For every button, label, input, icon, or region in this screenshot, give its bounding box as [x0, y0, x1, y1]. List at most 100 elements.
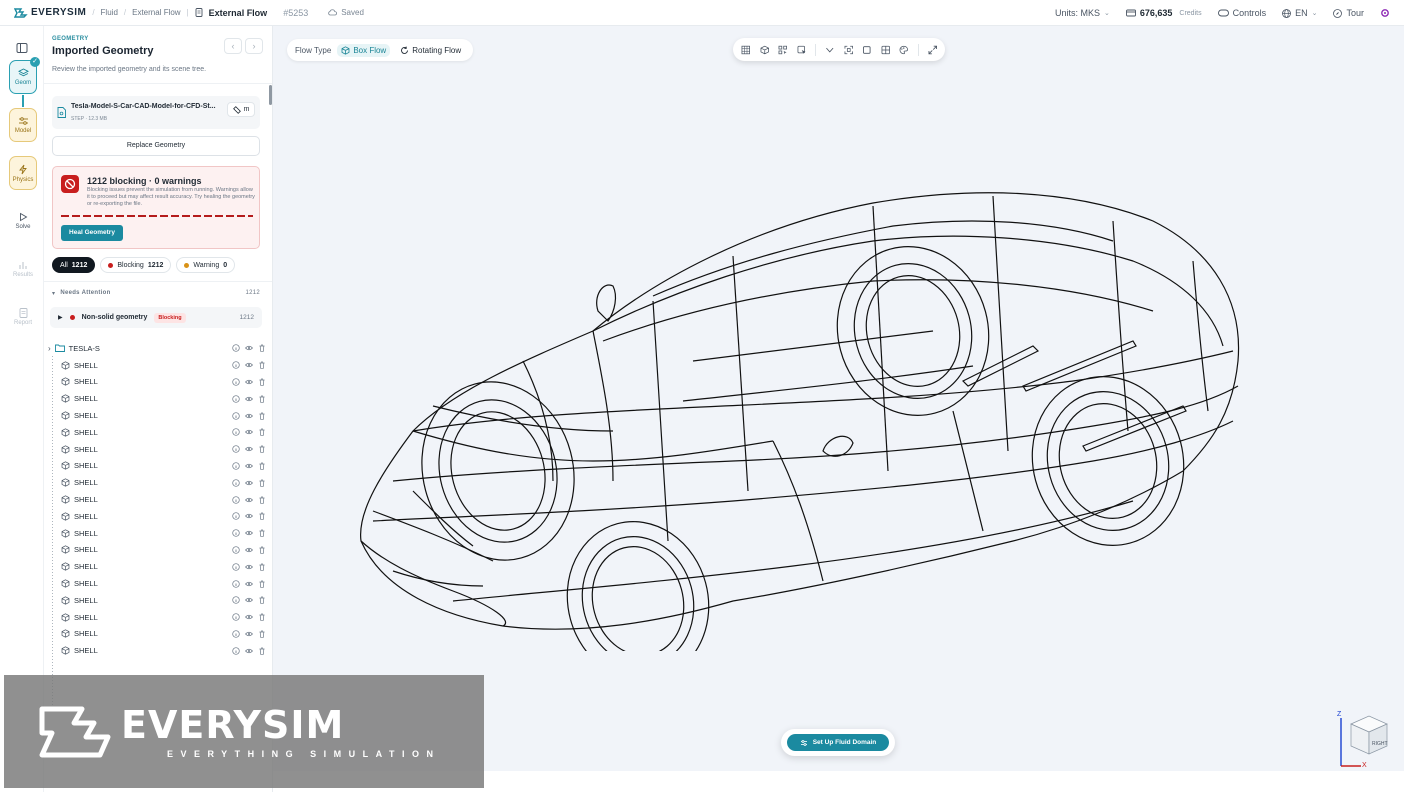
- eye-icon[interactable]: [245, 445, 253, 453]
- info-icon[interactable]: [232, 563, 240, 571]
- info-icon[interactable]: [232, 613, 240, 621]
- tree-item[interactable]: SHELL: [48, 491, 268, 508]
- 3d-viewport[interactable]: Flow Type Box Flow Rotating Flow Set Up …: [273, 26, 1404, 771]
- language-dropdown[interactable]: EN ⌄: [1282, 8, 1317, 18]
- trash-icon[interactable]: [258, 546, 266, 554]
- prev-step-button[interactable]: ‹: [224, 38, 242, 54]
- trash-icon[interactable]: [258, 395, 266, 403]
- eye-icon[interactable]: [245, 563, 253, 571]
- focus-icon[interactable]: [844, 45, 854, 55]
- box-select-icon[interactable]: [797, 45, 807, 55]
- eye-icon[interactable]: [245, 546, 253, 554]
- tree-item[interactable]: SHELL: [48, 558, 268, 575]
- chevron-down-icon[interactable]: [825, 45, 835, 55]
- info-icon[interactable]: [232, 344, 240, 353]
- trash-icon[interactable]: [258, 647, 266, 655]
- tree-item[interactable]: SHELL: [48, 390, 268, 407]
- info-icon[interactable]: [232, 579, 240, 588]
- info-icon[interactable]: [232, 647, 240, 655]
- credits-display[interactable]: 676,635 Credits: [1125, 8, 1202, 18]
- issue-row[interactable]: ▶ Non-solid geometry Blocking 1212: [50, 307, 262, 328]
- needs-attention-header[interactable]: ▾ Needs Attention 1212: [52, 290, 260, 297]
- expand-icon[interactable]: [928, 45, 938, 55]
- info-icon[interactable]: [232, 428, 240, 437]
- tree-item[interactable]: SHELL: [48, 474, 268, 491]
- trash-icon[interactable]: [258, 378, 266, 386]
- eye-icon[interactable]: [245, 613, 253, 621]
- step-physics[interactable]: Physics: [9, 156, 37, 190]
- filter-blocking[interactable]: Blocking 1212: [100, 257, 172, 273]
- setup-fluid-domain-button[interactable]: Set Up Fluid Domain: [787, 734, 889, 751]
- breadcrumb-fluid[interactable]: Fluid: [101, 8, 118, 17]
- eye-icon[interactable]: [245, 647, 253, 655]
- tree-item[interactable]: SHELL: [48, 441, 268, 458]
- tree-item[interactable]: SHELL: [48, 642, 268, 659]
- trash-icon[interactable]: [258, 529, 266, 537]
- tree-root[interactable]: › TESLA-S: [48, 340, 268, 357]
- tree-item[interactable]: SHELL: [48, 424, 268, 441]
- tree-item[interactable]: SHELL: [48, 458, 268, 475]
- info-icon[interactable]: [232, 479, 240, 487]
- filter-warning[interactable]: Warning 0: [176, 257, 236, 273]
- eye-icon[interactable]: [245, 496, 253, 504]
- trash-icon[interactable]: [258, 613, 266, 621]
- tree-item[interactable]: SHELL: [48, 407, 268, 424]
- info-icon[interactable]: [232, 462, 240, 470]
- trash-icon[interactable]: [258, 412, 266, 420]
- brand-logo[interactable]: EVERYSIM: [14, 7, 86, 18]
- orientation-cube[interactable]: Z X RIGHT: [1333, 706, 1393, 771]
- replace-geometry-button[interactable]: Replace Geometry: [52, 136, 260, 156]
- info-icon[interactable]: [232, 395, 240, 403]
- trash-icon[interactable]: [258, 361, 266, 369]
- eye-icon[interactable]: [245, 412, 253, 420]
- trash-icon[interactable]: [258, 428, 266, 437]
- tree-item[interactable]: SHELL: [48, 626, 268, 643]
- controls-button[interactable]: Controls: [1217, 8, 1266, 18]
- eye-icon[interactable]: [245, 529, 253, 537]
- heal-geometry-button[interactable]: Heal Geometry: [61, 225, 123, 241]
- units-dropdown[interactable]: Units: MKS ⌄: [1055, 8, 1110, 18]
- split-view-icon[interactable]: [881, 45, 891, 55]
- eye-icon[interactable]: [245, 580, 253, 588]
- tree-item[interactable]: SHELL: [48, 374, 268, 391]
- info-icon[interactable]: [232, 630, 240, 638]
- eye-icon[interactable]: [245, 596, 253, 604]
- eye-icon[interactable]: [245, 344, 253, 352]
- square-icon[interactable]: [862, 45, 872, 55]
- tree-item[interactable]: SHELL: [48, 357, 268, 374]
- panel-scrollbar[interactable]: [269, 85, 272, 105]
- eye-icon[interactable]: [245, 630, 253, 638]
- next-step-button[interactable]: ›: [245, 38, 263, 54]
- palette-icon[interactable]: [899, 45, 909, 55]
- trash-icon[interactable]: [258, 445, 266, 453]
- eye-icon[interactable]: [245, 378, 253, 386]
- trash-icon[interactable]: [258, 479, 266, 487]
- project-title[interactable]: External Flow: [209, 8, 268, 18]
- rotating-flow-option[interactable]: Rotating Flow: [396, 44, 465, 57]
- trash-icon[interactable]: [258, 630, 266, 638]
- step-model[interactable]: Model: [9, 108, 37, 142]
- select-icon[interactable]: [778, 45, 788, 55]
- trash-icon[interactable]: [258, 462, 266, 470]
- tree-item[interactable]: SHELL: [48, 609, 268, 626]
- info-icon[interactable]: [232, 495, 240, 504]
- unit-selector[interactable]: m: [227, 102, 255, 117]
- eye-icon[interactable]: [245, 479, 253, 487]
- info-icon[interactable]: [232, 445, 240, 453]
- tree-item[interactable]: SHELL: [48, 508, 268, 525]
- trash-icon[interactable]: [258, 496, 266, 504]
- car-wireframe-model[interactable]: [353, 181, 1253, 651]
- trash-icon[interactable]: [258, 563, 266, 571]
- info-icon[interactable]: [232, 512, 240, 521]
- trash-icon[interactable]: [258, 512, 266, 521]
- eye-icon[interactable]: [245, 428, 253, 436]
- info-icon[interactable]: [232, 361, 240, 369]
- info-icon[interactable]: [232, 546, 240, 554]
- info-icon[interactable]: [232, 529, 240, 537]
- info-icon[interactable]: [232, 378, 240, 386]
- tree-item[interactable]: SHELL: [48, 542, 268, 559]
- eye-icon[interactable]: [245, 361, 253, 369]
- trash-icon[interactable]: [258, 580, 266, 588]
- eye-icon[interactable]: [245, 395, 253, 403]
- step-geom[interactable]: ✓ Geom: [9, 57, 40, 94]
